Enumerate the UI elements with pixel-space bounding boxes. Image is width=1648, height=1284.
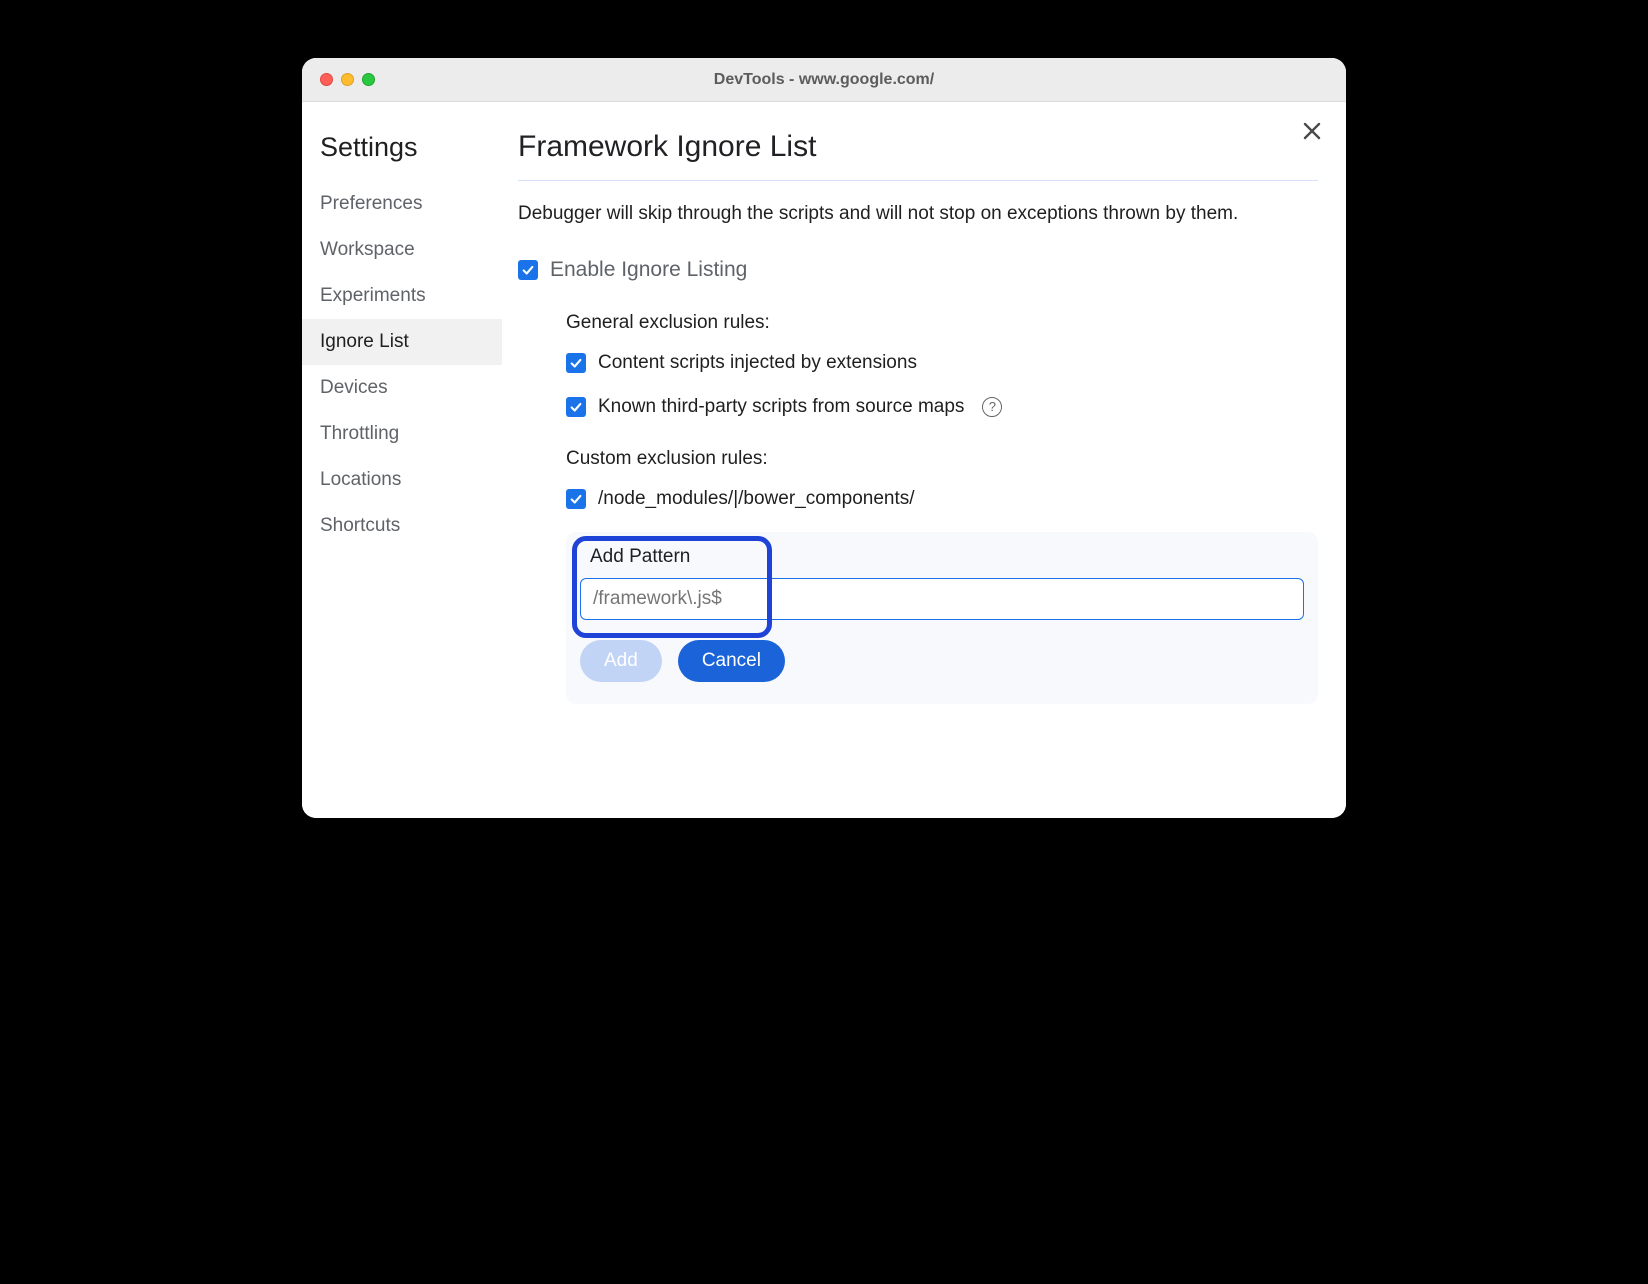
add-button[interactable]: Add xyxy=(580,640,662,682)
window-title: DevTools - www.google.com/ xyxy=(302,71,1346,89)
help-icon[interactable]: ? xyxy=(982,397,1002,417)
page-description: Debugger will skip through the scripts a… xyxy=(518,201,1318,228)
content-scripts-label: Content scripts injected by extensions xyxy=(598,352,917,374)
pattern-input[interactable] xyxy=(580,578,1304,620)
maximize-window-button[interactable] xyxy=(362,73,375,86)
general-rules-heading: General exclusion rules: xyxy=(566,312,1318,334)
minimize-window-button[interactable] xyxy=(341,73,354,86)
sidebar-item-locations[interactable]: Locations xyxy=(302,457,502,503)
settings-body: Settings Preferences Workspace Experimen… xyxy=(302,102,1346,818)
sidebar-item-devices[interactable]: Devices xyxy=(302,365,502,411)
sidebar-item-shortcuts[interactable]: Shortcuts xyxy=(302,503,502,549)
content-scripts-row: Content scripts injected by extensions xyxy=(566,352,1318,374)
sidebar-item-throttling[interactable]: Throttling xyxy=(302,411,502,457)
titlebar: DevTools - www.google.com/ xyxy=(302,58,1346,102)
enable-ignore-listing-label: Enable Ignore Listing xyxy=(550,258,747,282)
content-scripts-checkbox[interactable] xyxy=(566,353,586,373)
traffic-lights xyxy=(320,73,375,86)
page-title: Framework Ignore List xyxy=(518,130,1318,181)
enable-ignore-listing-row: Enable Ignore Listing xyxy=(518,258,1318,282)
third-party-checkbox[interactable] xyxy=(566,397,586,417)
third-party-row: Known third-party scripts from source ma… xyxy=(566,396,1318,418)
custom-rule-row: /node_modules/|/bower_components/ xyxy=(566,488,1318,510)
pattern-buttons: Add Cancel xyxy=(580,640,1304,682)
third-party-label: Known third-party scripts from source ma… xyxy=(598,396,964,418)
close-window-button[interactable] xyxy=(320,73,333,86)
add-pattern-label: Add Pattern xyxy=(590,546,1304,568)
settings-sidebar: Settings Preferences Workspace Experimen… xyxy=(302,102,502,818)
sidebar-item-preferences[interactable]: Preferences xyxy=(302,181,502,227)
settings-heading: Settings xyxy=(302,122,502,181)
enable-ignore-listing-checkbox[interactable] xyxy=(518,260,538,280)
add-pattern-panel: Add Pattern Add Cancel xyxy=(566,532,1318,704)
devtools-settings-window: DevTools - www.google.com/ Settings Pref… xyxy=(302,58,1346,818)
sidebar-item-ignore-list[interactable]: Ignore List xyxy=(302,319,502,365)
settings-main: Framework Ignore List Debugger will skip… xyxy=(502,102,1346,818)
custom-rules-heading: Custom exclusion rules: xyxy=(566,448,1318,470)
custom-rule-label: /node_modules/|/bower_components/ xyxy=(598,488,915,510)
cancel-button[interactable]: Cancel xyxy=(678,640,785,682)
close-icon[interactable] xyxy=(1302,120,1322,148)
sidebar-item-experiments[interactable]: Experiments xyxy=(302,273,502,319)
sidebar-item-workspace[interactable]: Workspace xyxy=(302,227,502,273)
custom-rule-checkbox[interactable] xyxy=(566,489,586,509)
